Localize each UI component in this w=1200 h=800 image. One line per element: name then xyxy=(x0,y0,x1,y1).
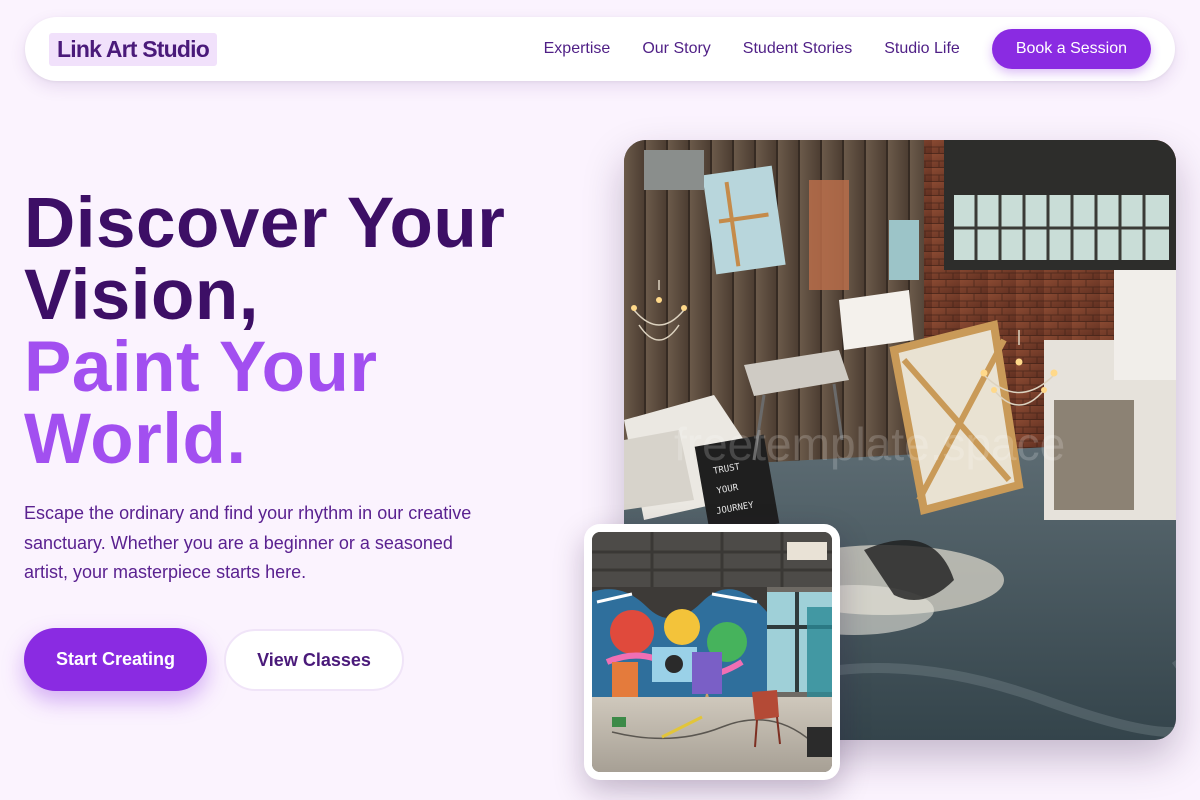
hero-title: Discover Your Vision, Paint Your World. xyxy=(24,188,584,476)
view-classes-button[interactable]: View Classes xyxy=(224,629,404,691)
hero-title-line-4: World. xyxy=(24,400,247,479)
book-session-button[interactable]: Book a Session xyxy=(991,29,1151,69)
nav-link-expertise[interactable]: Expertise xyxy=(544,40,611,58)
hero-description: Escape the ordinary and find your rhythm… xyxy=(24,503,472,582)
nav-links: Expertise Our Story Student Stories Stud… xyxy=(512,29,1151,69)
hero-title-line-1: Discover Your xyxy=(24,184,506,263)
start-creating-button[interactable]: Start Creating xyxy=(24,628,207,691)
nav-link-student-stories[interactable]: Student Stories xyxy=(743,40,852,58)
hero-title-line-2: Vision, xyxy=(24,256,259,335)
image-watermark: freetemplate.space xyxy=(674,418,1065,470)
hero-title-line-3: Paint Your xyxy=(24,328,378,407)
navbar: Link Art Studio Expertise Our Story Stud… xyxy=(25,17,1175,81)
nav-link-studio-life[interactable]: Studio Life xyxy=(884,40,960,58)
nav-link-our-story[interactable]: Our Story xyxy=(642,40,710,58)
graffiti-studio-image xyxy=(584,524,840,780)
brand-logo[interactable]: Link Art Studio xyxy=(49,32,217,66)
